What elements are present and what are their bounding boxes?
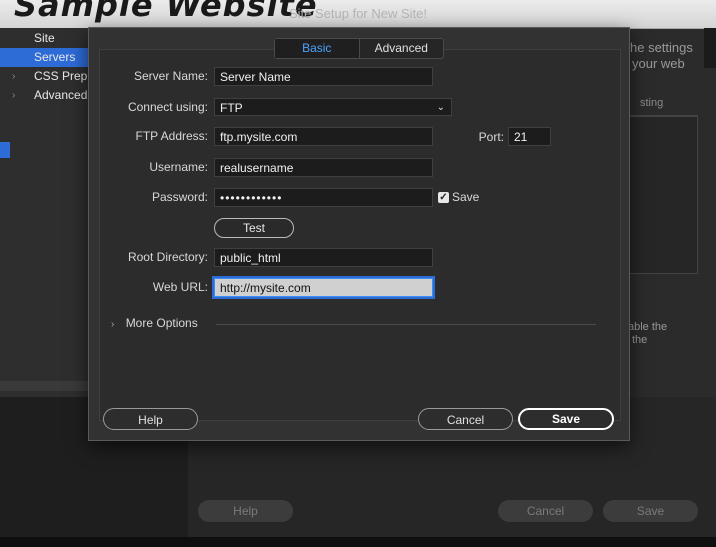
save-password-label: Save [452,190,480,204]
background-cancel-button: Cancel [498,500,593,522]
background-selection-strip [0,142,10,158]
more-options-label: More Options [125,316,198,330]
port-label: Port: [478,130,504,144]
username-input[interactable]: realusername [214,158,433,177]
username-label: Username: [149,160,208,174]
server-name-input[interactable]: Server Name [214,67,433,86]
sidebar-item-label: Servers [34,50,76,64]
chevron-right-icon: › [12,71,16,82]
connect-using-value: FTP [220,101,243,115]
root-directory-input[interactable]: public_html [214,248,433,267]
tab-advanced[interactable]: Advanced [360,39,444,58]
window-title: Site Setup for New Site! [288,6,427,21]
password-input[interactable]: •••••••••••• [214,188,433,207]
save-password-checkbox[interactable]: ✓ [438,192,449,203]
connect-using-select[interactable]: FTP ⌄ [214,98,452,116]
sidebar-item-label: Site [34,31,55,45]
chevron-down-icon: ⌄ [436,102,445,113]
test-button[interactable]: Test [214,218,294,238]
save-button[interactable]: Save [518,408,614,430]
background-table-header: sting [628,97,698,116]
server-name-label: Server Name: [133,69,208,83]
checkmark-icon: ✓ [439,192,448,203]
tab-basic[interactable]: Basic [275,39,360,58]
password-label: Password: [151,190,208,204]
background-save-button: Save [603,500,698,522]
help-button[interactable]: Help [103,408,198,430]
background-edge [704,28,716,68]
background-description: able the [628,321,668,333]
background-description: your web [632,56,685,71]
chevron-right-icon: › [111,319,115,330]
more-options-toggle[interactable]: › More Options [111,316,198,330]
chevron-right-icon: › [12,90,16,101]
background-title-bar: Sample Website Site Setup for New Site! [0,0,716,29]
tab-bar: Basic Advanced [274,38,444,59]
server-setup-dialog: Basic Advanced Server Name: Server Name … [88,27,630,441]
background-column-label: sting [640,97,664,109]
background-description: the [632,334,648,346]
root-directory-label: Root Directory: [127,250,208,264]
background-server-list [628,116,698,274]
more-options-divider [216,324,596,325]
background-description: he settings [630,40,693,55]
background-help-button: Help [198,500,293,522]
background-bottom-edge [0,537,716,547]
port-input[interactable]: 21 [508,127,551,146]
cancel-button[interactable]: Cancel [418,408,513,430]
ftp-address-label: FTP Address: [135,129,208,143]
connect-using-label: Connect using: [127,100,208,114]
web-url-label: Web URL: [152,280,208,294]
web-url-input[interactable]: http://mysite.com [214,278,433,297]
